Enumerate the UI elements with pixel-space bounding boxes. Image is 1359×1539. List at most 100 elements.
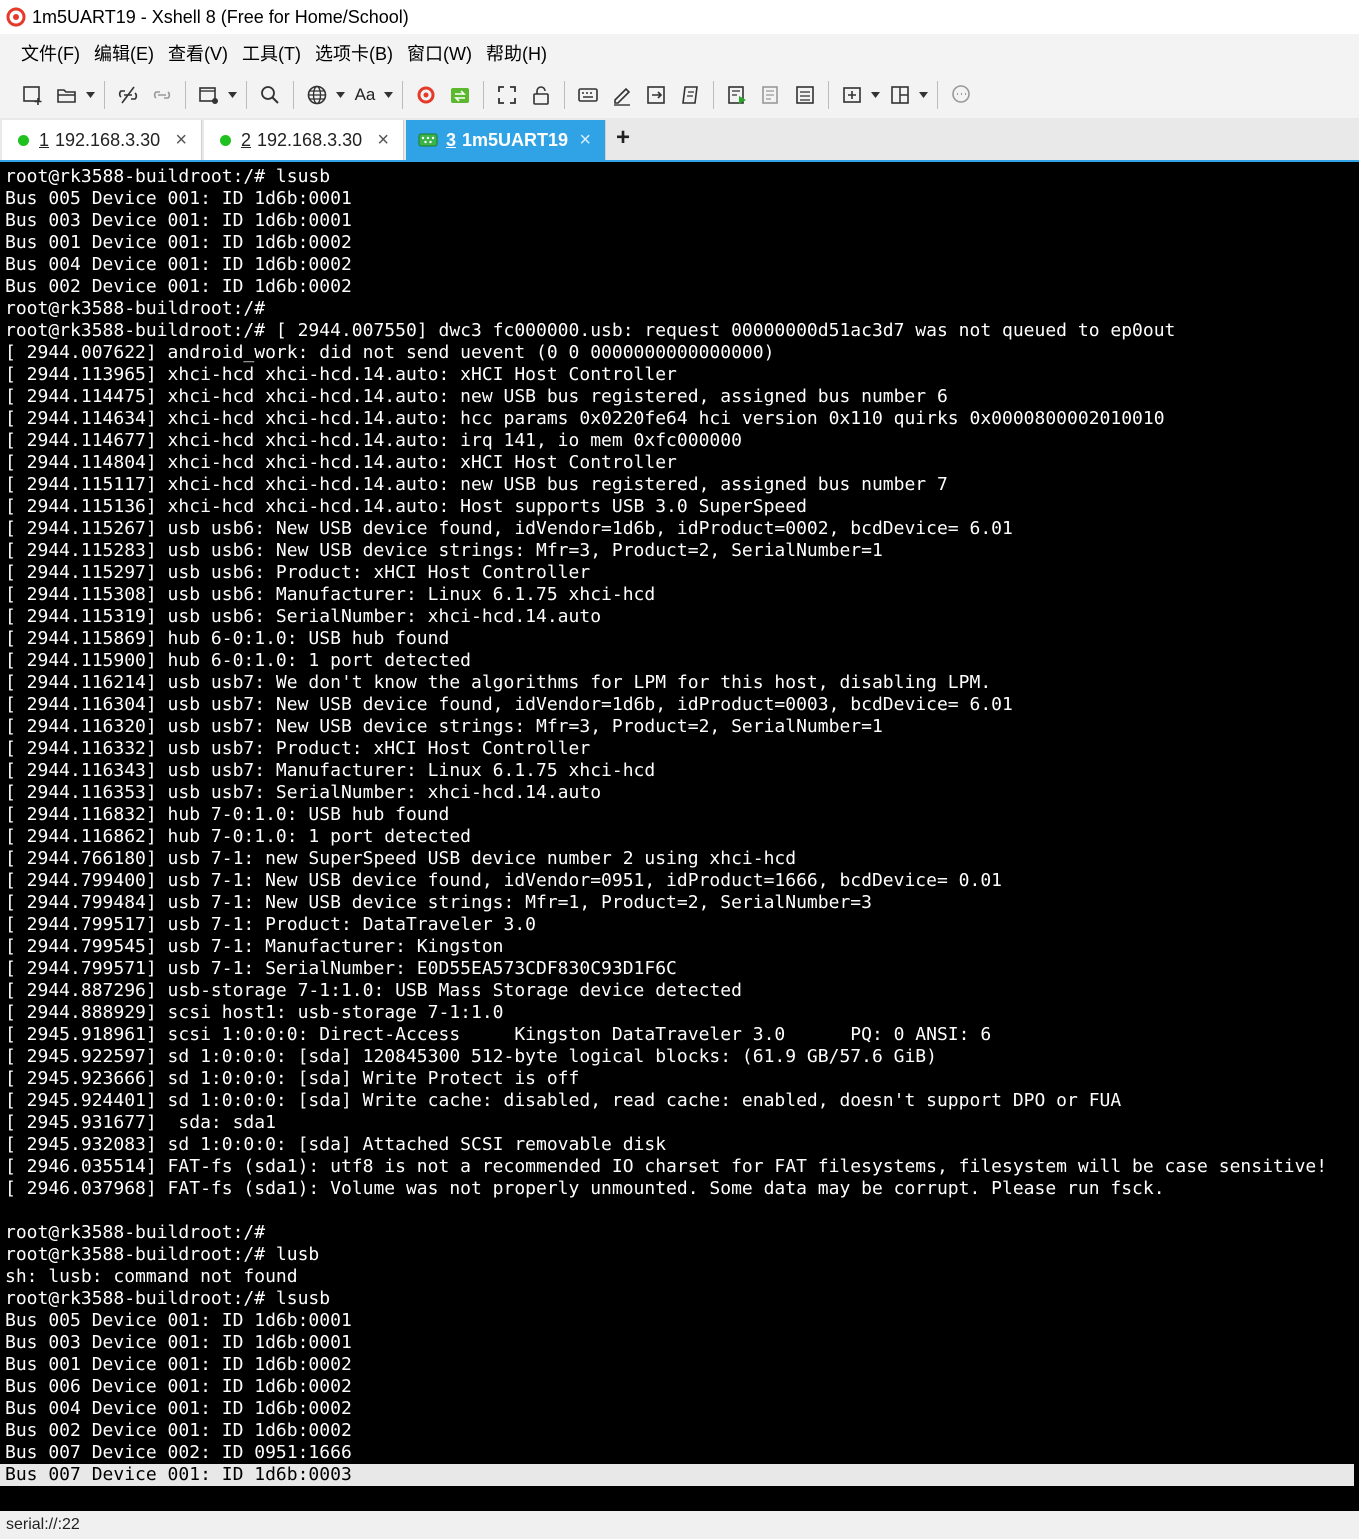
terminal-line: Bus 005 Device 001: ID 1d6b:0001 [5, 188, 352, 209]
tab-session-3[interactable]: 3 1m5UART19 × [406, 120, 606, 160]
compose-bar-button[interactable] [573, 80, 603, 110]
pen-icon [614, 87, 631, 106]
toolbar-divider [564, 81, 565, 109]
font-button[interactable]: Aa [350, 80, 380, 110]
terminal-line: Bus 001 Device 001: ID 1d6b:0002 [5, 232, 352, 253]
terminal-line: Bus 004 Device 001: ID 1d6b:0002 [5, 1398, 352, 1419]
transfer-button[interactable] [445, 80, 475, 110]
terminal-line: Bus 001 Device 001: ID 1d6b:0002 [5, 1354, 352, 1375]
open-session-dropdown[interactable] [84, 80, 96, 110]
tab-label: 192.168.3.30 [257, 129, 363, 150]
terminal-line: [ 2944.799571] usb 7-1: SerialNumber: E0… [5, 958, 677, 979]
fullscreen-button[interactable] [492, 80, 522, 110]
chevron-down-icon [227, 92, 237, 98]
start-log-button[interactable] [722, 80, 752, 110]
terminal-output: root@rk3588-buildroot:/# lsusb Bus 005 De… [0, 166, 1354, 1486]
enter-icon [647, 86, 665, 104]
toolbar-divider [185, 81, 186, 109]
add-box-icon [843, 87, 861, 103]
menu-tools[interactable]: 工具(T) [235, 40, 308, 66]
menu-tabs[interactable]: 选项卡(B) [308, 40, 400, 66]
open-session-button[interactable] [52, 80, 82, 110]
terminal-line: Bus 007 Device 001: ID 1d6b:0003 [0, 1464, 1354, 1486]
menu-window[interactable]: 窗口(W) [400, 40, 479, 66]
terminal-line: [ 2944.116304] usb usb7: New USB device … [5, 694, 1013, 715]
font-dropdown[interactable] [382, 80, 394, 110]
stop-log-button[interactable] [756, 80, 786, 110]
close-icon[interactable]: × [175, 129, 187, 152]
chevron-down-icon [383, 92, 393, 98]
terminal-line: [ 2945.924401] sd 1:0:0:0: [sda] Write c… [5, 1090, 1122, 1111]
toolbar-divider [713, 81, 714, 109]
chevron-down-icon [85, 92, 95, 98]
terminal-line: [ 2944.115117] xhci-hcd xhci-hcd.14.auto… [5, 474, 948, 495]
tab-number: 1 [39, 129, 50, 150]
terminal-line: root@rk3588-buildroot:/# lsusb [5, 166, 331, 187]
highlight-button[interactable] [607, 80, 637, 110]
find-button[interactable] [255, 80, 285, 110]
new-tab-group-dropdown[interactable] [869, 80, 881, 110]
layout-button[interactable] [885, 80, 915, 110]
close-icon[interactable]: × [579, 129, 591, 152]
toolbar-divider [937, 81, 938, 109]
keyboard-icon [578, 88, 598, 102]
close-icon[interactable]: × [377, 129, 389, 152]
status-bar: serial://:22 [0, 1511, 1359, 1539]
terminal-line: [ 2944.115283] usb usb6: New USB device … [5, 540, 883, 561]
lock-icon [533, 86, 549, 105]
menu-view[interactable]: 查看(V) [161, 40, 235, 66]
new-session-icon [23, 86, 42, 105]
terminal-line: [ 2944.115900] hub 6-0:1.0: 1 port detec… [5, 650, 471, 671]
search-icon [261, 86, 279, 104]
new-window-dropdown[interactable] [226, 80, 238, 110]
terminal-line: [ 2944.799400] usb 7-1: New USB device f… [5, 870, 1002, 891]
menu-file[interactable]: 文件(F) [14, 40, 87, 66]
toolbar-divider [402, 81, 403, 109]
terminal-line: [ 2944.766180] usb 7-1: new SuperSpeed U… [5, 848, 797, 869]
terminal-line: [ 2944.007622] android_work: did not sen… [5, 342, 775, 363]
new-window-button[interactable] [194, 80, 224, 110]
terminal-line: Bus 005 Device 001: ID 1d6b:0001 [5, 1310, 352, 1331]
terminal-line: [ 2944.116332] usb usb7: Product: xHCI H… [5, 738, 591, 759]
script-button[interactable] [675, 80, 705, 110]
lock-button[interactable] [526, 80, 556, 110]
new-tab-group-button[interactable] [837, 80, 867, 110]
log-icon [762, 86, 778, 104]
tab-session-2[interactable]: 2 192.168.3.30 × [204, 120, 404, 160]
reconnect-button[interactable] [147, 80, 177, 110]
new-session-button[interactable] [18, 80, 48, 110]
unlink-icon [118, 86, 138, 104]
disconnect-button[interactable] [113, 80, 143, 110]
encoding-button[interactable] [302, 80, 332, 110]
terminal-line: root@rk3588-buildroot:/# [ 2944.007550] … [5, 320, 1176, 341]
terminal-line: sh: lusb: command not found [5, 1266, 298, 1287]
terminal-line: [ 2944.799517] usb 7-1: Product: DataTra… [5, 914, 537, 935]
toolbar: Aa [0, 72, 1359, 118]
chevron-down-icon [335, 92, 345, 98]
font-label: Aa [354, 85, 376, 104]
session-manager-button[interactable] [790, 80, 820, 110]
terminal-line: root@rk3588-buildroot:/# lsusb [5, 1288, 331, 1309]
menu-edit[interactable]: 编辑(E) [87, 40, 161, 66]
terminal-line: [ 2944.116343] usb usb7: Manufacturer: L… [5, 760, 656, 781]
window-add-icon [199, 87, 218, 104]
terminal-area[interactable]: root@rk3588-buildroot:/# lsusb Bus 005 De… [0, 162, 1359, 1511]
new-tab-button[interactable]: + [616, 124, 630, 152]
terminal-line: [ 2945.922597] sd 1:0:0:0: [sda] 1208453… [5, 1046, 937, 1067]
toolbar-divider [246, 81, 247, 109]
connection-status: serial://:22 [6, 1516, 80, 1533]
layout-icon [891, 86, 909, 104]
terminal-line: [ 2945.923666] sd 1:0:0:0: [sda] Write P… [5, 1068, 580, 1089]
terminal-line: Bus 003 Device 001: ID 1d6b:0001 [5, 1332, 352, 1353]
chat-button[interactable] [946, 80, 976, 110]
menu-help[interactable]: 帮助(H) [479, 40, 554, 66]
terminal-line: [ 2945.918961] scsi 1:0:0:0: Direct-Acce… [5, 1024, 992, 1045]
tab-session-1[interactable]: 1 192.168.3.30 × [2, 120, 202, 160]
layout-dropdown[interactable] [917, 80, 929, 110]
send-key-button[interactable] [641, 80, 671, 110]
xftp-button[interactable] [411, 80, 441, 110]
encoding-dropdown[interactable] [334, 80, 346, 110]
terminal-line: Bus 006 Device 001: ID 1d6b:0002 [5, 1376, 352, 1397]
list-icon [796, 86, 814, 104]
